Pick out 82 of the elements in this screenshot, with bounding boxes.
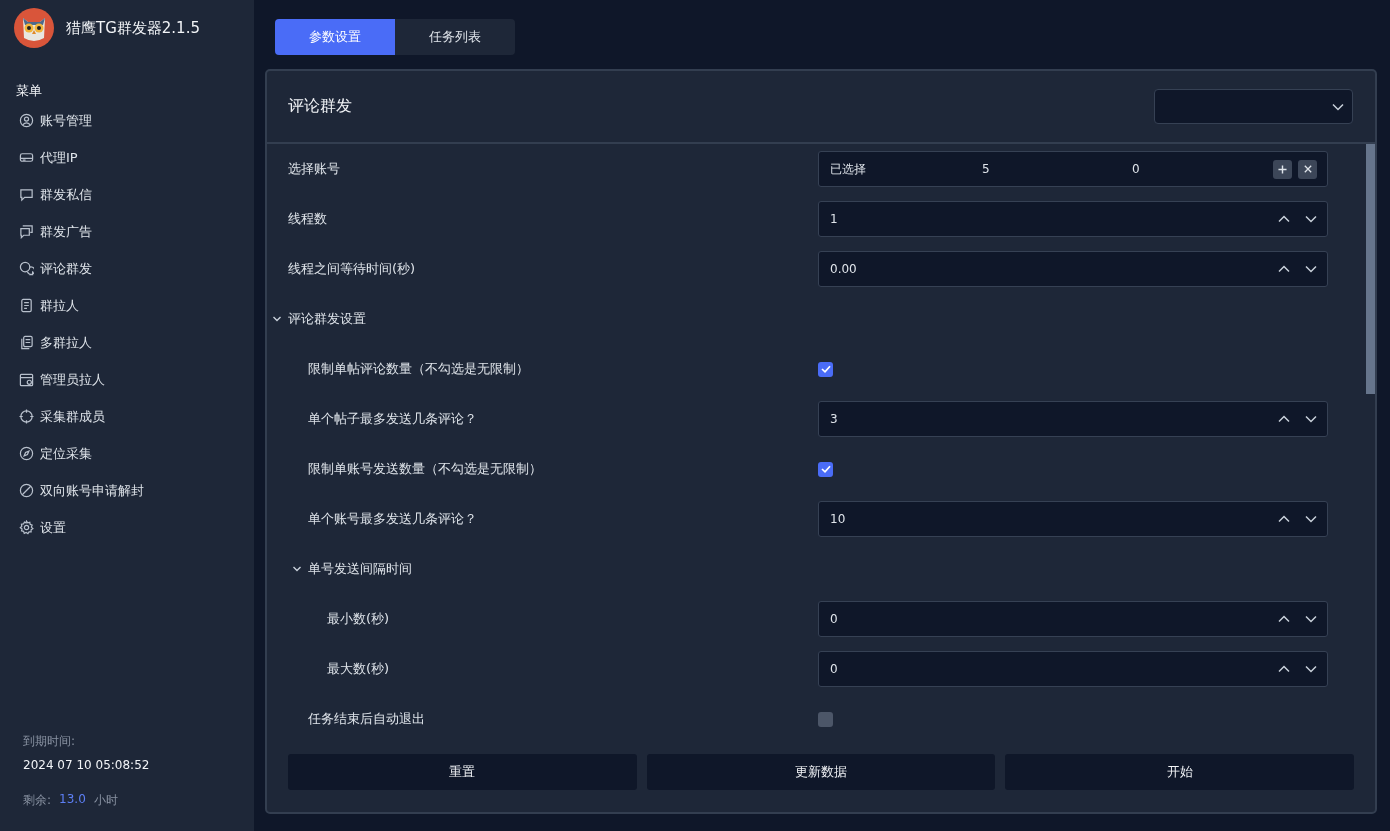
- chevron-up-icon[interactable]: [1278, 215, 1290, 223]
- number-input[interactable]: 10: [818, 501, 1328, 537]
- action-button[interactable]: 更新数据: [646, 754, 996, 790]
- chevron-up-icon[interactable]: [1278, 415, 1290, 423]
- expiry-datetime: 2024 07 10 05:08:52: [23, 758, 151, 772]
- number-input[interactable]: 0.00: [818, 251, 1328, 287]
- owl-logo-icon: [14, 8, 54, 48]
- checkmark-icon: [820, 365, 831, 373]
- chevron-down-icon[interactable]: [1305, 415, 1317, 423]
- setting-label: 最大数(秒): [327, 660, 390, 678]
- setting-label: 单个账号最多发送几条评论？: [307, 510, 477, 528]
- sidebar-item[interactable]: 代理IP: [19, 139, 78, 176]
- chevron-down-icon[interactable]: [291, 564, 302, 574]
- cal-icon: [19, 372, 34, 387]
- setting-label: 线程之间等待时间(秒): [288, 260, 416, 278]
- scrollbar-thumb[interactable]: [1366, 144, 1375, 394]
- account-selector[interactable]: 已选择 5 0: [818, 151, 1328, 187]
- checkbox[interactable]: [818, 711, 833, 727]
- sidebar-item[interactable]: 账号管理: [19, 102, 92, 139]
- chevron-down-icon[interactable]: [1305, 615, 1317, 623]
- chevron-down-icon[interactable]: [1305, 665, 1317, 673]
- number-input[interactable]: 0: [818, 651, 1328, 687]
- docs-icon: [19, 335, 34, 350]
- setting-label: 单个帖子最多发送几条评论？: [307, 410, 477, 428]
- sidebar-item[interactable]: 设置: [19, 509, 66, 546]
- plus-icon: [1278, 164, 1287, 174]
- number-input[interactable]: 1: [818, 201, 1328, 237]
- action-button[interactable]: 开始: [1005, 754, 1354, 790]
- compass-icon: [19, 446, 34, 461]
- menu-heading: 菜单: [16, 82, 43, 100]
- doc-icon: [19, 298, 34, 313]
- sidebar-item[interactable]: 多群拉人: [19, 324, 92, 361]
- chat-icon: [19, 187, 34, 202]
- sidebar-item[interactable]: 定位采集: [19, 435, 92, 472]
- sidebar-item[interactable]: 管理员拉人: [19, 361, 105, 398]
- chats-icon: [19, 224, 34, 239]
- drive-icon: [19, 150, 34, 165]
- setting-label: 限制单帖评论数量（不勾选是无限制）: [307, 360, 529, 378]
- setting-label: 单号发送间隔时间: [307, 560, 412, 578]
- sidebar-item[interactable]: 群发私信: [19, 176, 92, 213]
- chevron-up-icon[interactable]: [1278, 265, 1290, 273]
- chevron-up-icon[interactable]: [1278, 665, 1290, 673]
- sidebar-item[interactable]: 群发广告: [19, 213, 92, 250]
- setting-label: 任务结束后自动退出: [307, 710, 425, 728]
- checkbox[interactable]: [818, 361, 833, 377]
- add-button[interactable]: [1273, 159, 1292, 179]
- chevron-down-icon[interactable]: [1305, 265, 1317, 273]
- remaining-unit: 小时: [93, 792, 118, 809]
- action-button[interactable]: 重置: [288, 754, 637, 790]
- sidebar-item[interactable]: 评论群发: [19, 250, 92, 287]
- app-title: 猎鹰TG群发器2.1.5: [66, 18, 200, 38]
- ban-icon: [19, 483, 34, 498]
- setting-label: 选择账号: [288, 160, 340, 178]
- chevron-down-icon[interactable]: [272, 314, 282, 324]
- number-input[interactable]: 0: [818, 601, 1328, 637]
- setting-label: 最小数(秒): [327, 610, 390, 628]
- checkbox[interactable]: [818, 461, 833, 477]
- user-icon: [19, 113, 34, 128]
- chevron-down-icon: [1332, 102, 1344, 111]
- remaining-label: 剩余:: [23, 792, 52, 809]
- panel-title: 评论群发: [288, 96, 352, 117]
- chevron-down-icon[interactable]: [1305, 515, 1317, 523]
- expiry-label: 到期时间:: [23, 733, 77, 750]
- sidebar-item[interactable]: 群拉人: [19, 287, 79, 324]
- setting-label: 评论群发设置: [288, 310, 366, 328]
- tab[interactable]: 任务列表: [395, 19, 515, 55]
- remaining-value: 13.0: [59, 792, 86, 808]
- tab[interactable]: 参数设置: [275, 19, 395, 55]
- checkmark-icon: [820, 465, 831, 473]
- sidebar-item[interactable]: 双向账号申请解封: [19, 472, 144, 509]
- target-icon: [19, 409, 34, 424]
- clear-button[interactable]: [1298, 159, 1317, 179]
- chevron-up-icon[interactable]: [1278, 615, 1290, 623]
- setting-label: 限制单账号发送数量（不勾选是无限制）: [307, 460, 542, 478]
- number-input[interactable]: 3: [818, 401, 1328, 437]
- sidebar-item[interactable]: 采集群成员: [19, 398, 105, 435]
- chevron-down-icon[interactable]: [1305, 215, 1317, 223]
- bubbles-icon: [19, 261, 34, 276]
- setting-label: 线程数: [288, 210, 327, 228]
- settings-icon: [19, 520, 34, 535]
- chevron-up-icon[interactable]: [1278, 515, 1290, 523]
- close-icon: [1303, 165, 1312, 173]
